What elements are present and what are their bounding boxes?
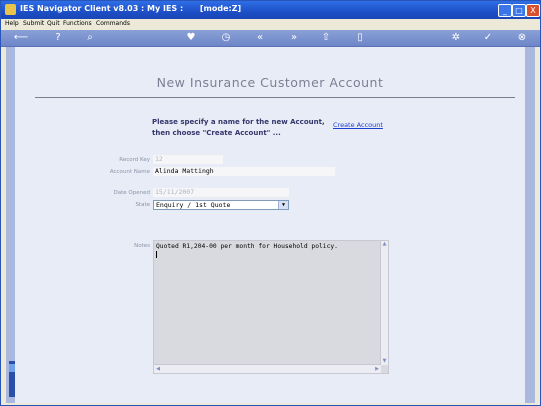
clock-icon[interactable]: ◷ <box>219 31 233 45</box>
back-icon[interactable]: ⟵ <box>9 31 33 45</box>
state-selected-value: Enquiry / 1st Quote <box>156 201 231 209</box>
date-opened-label: Date Opened <box>113 190 150 196</box>
page-title: New Insurance Customer Account <box>156 75 384 90</box>
menu-commands[interactable]: Commands <box>96 20 130 27</box>
instruction-text: Please specify a name for the new Accoun… <box>152 117 332 139</box>
scroll-down-icon[interactable]: ▼ <box>381 358 388 365</box>
settings-icon[interactable]: ✲ <box>449 31 463 45</box>
close-icon[interactable]: ⊗ <box>515 31 529 45</box>
notes-text: Quoted R1,204-00 per month for Household… <box>156 243 338 250</box>
help-icon[interactable]: ? <box>51 31 65 45</box>
close-window-button[interactable]: X <box>526 4 540 17</box>
account-name-label: Account Name <box>109 169 150 175</box>
menu-help[interactable]: Help <box>5 20 19 27</box>
upload-icon[interactable]: ⇧ <box>319 31 333 45</box>
scroll-up-icon[interactable]: ▲ <box>381 241 388 248</box>
rewind-icon[interactable]: « <box>253 31 267 45</box>
maximize-button[interactable]: □ <box>512 4 526 17</box>
record-key-label: Record Key <box>119 157 150 163</box>
notes-horizontal-scrollbar[interactable]: ◀ ▶ <box>154 364 381 373</box>
form-panel: New Insurance Customer Account Please sp… <box>15 47 525 403</box>
search-icon[interactable]: ⌕ <box>83 31 97 45</box>
instruction-line-2: then choose "Create Account" ... <box>152 129 281 137</box>
instruction-line-1: Please specify a name for the new Accoun… <box>152 118 325 126</box>
title-bar: IES Navigator Client v8.03 : My IES : [m… <box>1 1 540 19</box>
favorite-icon[interactable]: ♥ <box>184 31 198 45</box>
menu-quit[interactable]: Quit <box>47 20 60 27</box>
date-opened-field[interactable]: 15/11/2007 <box>153 188 289 197</box>
check-icon[interactable]: ✓ <box>481 31 495 45</box>
title-divider <box>35 97 515 98</box>
document-icon[interactable]: ▯ <box>353 31 367 45</box>
text-caret <box>156 251 157 258</box>
toolbar: ⟵ ? ⌕ ♥ ◷ « » ⇧ ▯ ✲ ✓ ⊗ <box>1 30 540 47</box>
notes-label: Notes <box>134 243 150 249</box>
state-label: State <box>135 202 150 208</box>
scroll-left-icon[interactable]: ◀ <box>154 365 162 373</box>
minimize-button[interactable]: _ <box>498 4 512 17</box>
chevron-down-icon[interactable]: ▼ <box>278 201 288 209</box>
content-area: New Insurance Customer Account Please sp… <box>6 47 535 403</box>
scroll-right-icon[interactable]: ▶ <box>373 365 381 373</box>
left-strip <box>6 47 15 403</box>
state-select[interactable]: Enquiry / 1st Quote ▼ <box>153 200 289 210</box>
forward-icon[interactable]: » <box>287 31 301 45</box>
app-window: IES Navigator Client v8.03 : My IES : [m… <box>0 0 541 406</box>
notes-textarea[interactable]: Quoted R1,204-00 per month for Household… <box>153 240 389 374</box>
notes-vertical-scrollbar[interactable]: ▲ ▼ <box>380 241 388 365</box>
record-key-field: 12 <box>153 155 223 164</box>
create-account-link[interactable]: Create Account <box>333 121 383 129</box>
menu-functions[interactable]: Functions <box>63 20 92 27</box>
account-name-field[interactable]: Alinda Mattingh <box>153 167 335 176</box>
menu-bar: Help Submit Quit Functions Commands <box>1 19 540 30</box>
right-strip <box>525 47 535 403</box>
menu-submit[interactable]: Submit <box>23 20 44 27</box>
app-icon <box>5 4 16 15</box>
window-title: IES Navigator Client v8.03 : My IES : [m… <box>20 4 242 13</box>
